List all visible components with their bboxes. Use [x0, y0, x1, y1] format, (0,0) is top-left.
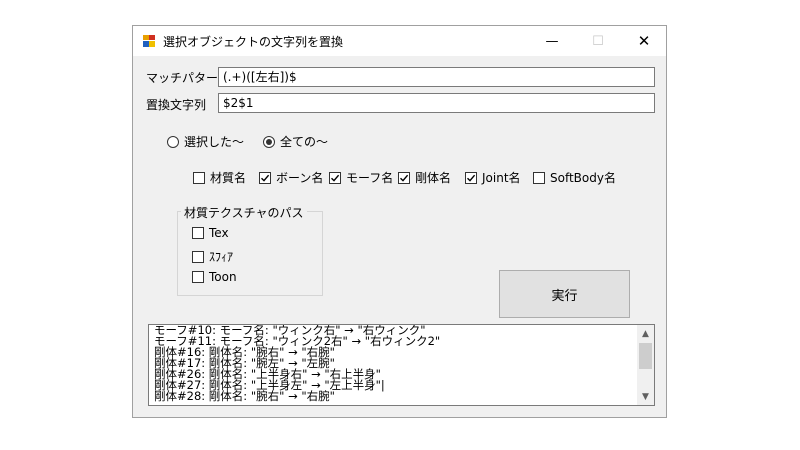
radio-all[interactable]: 全ての～: [263, 133, 328, 150]
check-icon: [467, 174, 476, 182]
checkbox-bone-name[interactable]: ボーン名: [259, 169, 323, 186]
texture-path-group-title: 材質テクスチャのパス: [181, 204, 307, 221]
checkbox-box: [398, 171, 410, 184]
checkbox-label: Joint名: [482, 171, 521, 185]
radio-selected[interactable]: 選択した～: [167, 133, 244, 150]
log-line: 剛体#28: 剛体名: "腕右" → "右腕": [154, 389, 335, 403]
checkbox-softbody-name[interactable]: SoftBody名: [533, 169, 616, 186]
checkbox-morph-name[interactable]: モーフ名: [329, 169, 393, 186]
check-icon: [261, 174, 270, 182]
checkbox-toon[interactable]: Toon: [192, 270, 237, 284]
checkbox-label: モーフ名: [346, 171, 394, 185]
checkbox-box: [259, 171, 271, 184]
minimize-button[interactable]: —: [529, 26, 575, 56]
log-scrollbar[interactable]: ▲ ▼: [637, 325, 654, 405]
checkbox-box: [193, 171, 205, 184]
replace-string-input[interactable]: $2$1: [218, 93, 655, 113]
close-button[interactable]: ✕: [621, 26, 667, 56]
checkbox-label: ボーン名: [276, 171, 324, 185]
match-pattern-label: マッチパターン: [146, 71, 230, 85]
checkbox-box: [533, 171, 545, 184]
checkbox-label: 剛体名: [415, 171, 452, 185]
checkbox-sphere[interactable]: ｽﾌｨｱ: [192, 248, 233, 265]
maximize-icon: ☐: [592, 33, 604, 49]
replace-string-label: 置換文字列: [146, 98, 207, 112]
radio-all-label: 全ての～: [280, 135, 329, 149]
checkbox-label: 材質名: [210, 171, 247, 185]
checkbox-material-name[interactable]: 材質名: [193, 169, 246, 186]
checkbox-rigidbody-name[interactable]: 剛体名: [398, 169, 451, 186]
checkbox-label: ｽﾌｨｱ: [209, 250, 234, 264]
radio-selected-circle: [167, 135, 179, 148]
checkbox-joint-name[interactable]: Joint名: [465, 169, 521, 186]
execute-button-label: 実行: [551, 288, 578, 304]
result-log-textbox[interactable]: モーフ#10: モーフ名: "ウィンク右" → "右ウィンク" モーフ#11: …: [148, 324, 655, 406]
checkbox-label: Tex: [209, 226, 229, 240]
checkbox-label: Toon: [209, 270, 237, 284]
checkbox-box: [192, 227, 204, 239]
title-bar: 選択オブジェクトの文字列を置換 — ☐ ✕: [133, 26, 666, 56]
scroll-thumb[interactable]: [639, 343, 652, 369]
checkbox-tex[interactable]: Tex: [192, 226, 229, 240]
checkbox-box: [192, 271, 204, 283]
scroll-down-icon[interactable]: ▼: [637, 388, 654, 405]
scroll-up-icon[interactable]: ▲: [637, 325, 654, 342]
app-icon: [142, 34, 156, 48]
checkbox-label: SoftBody名: [550, 171, 616, 185]
radio-selected-label: 選択した～: [184, 135, 245, 149]
radio-all-circle: [263, 135, 275, 148]
checkbox-box: [465, 171, 477, 184]
check-icon: [331, 174, 340, 182]
log-lines: モーフ#10: モーフ名: "ウィンク右" → "右ウィンク" モーフ#11: …: [154, 325, 634, 402]
replace-dialog-window: 選択オブジェクトの文字列を置換 — ☐ ✕ マッチパターン (.+)([左右])…: [132, 25, 667, 418]
execute-button[interactable]: 実行: [499, 270, 630, 318]
match-pattern-input[interactable]: (.+)([左右])$: [218, 67, 655, 87]
minimize-icon: —: [545, 33, 559, 49]
checkbox-box: [192, 250, 204, 263]
maximize-button[interactable]: ☐: [575, 26, 621, 56]
check-icon: [400, 174, 409, 182]
close-icon: ✕: [637, 32, 651, 50]
checkbox-box: [329, 171, 341, 184]
window-title: 選択オブジェクトの文字列を置換: [163, 35, 344, 49]
